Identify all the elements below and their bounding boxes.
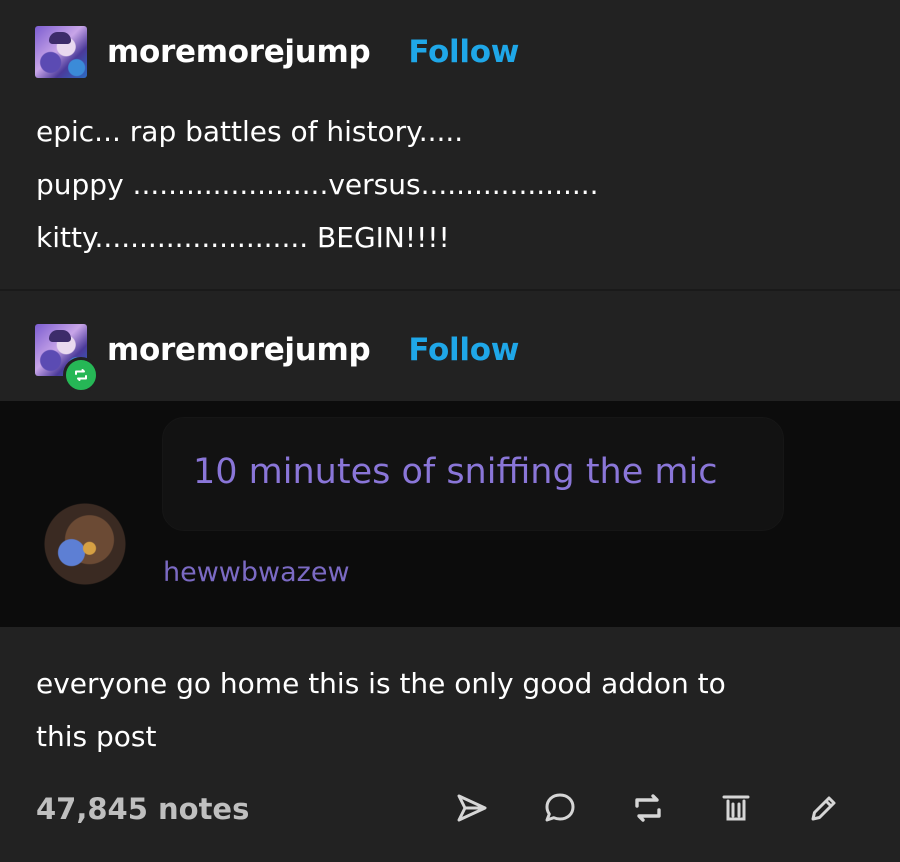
message-text: 10 minutes of sniffing the mic	[193, 452, 718, 492]
caption-line: everyone go home this is the only good a…	[36, 667, 726, 700]
caption-line: this post	[36, 720, 157, 753]
avatar[interactable]	[35, 324, 99, 393]
post-body: epic... rap battles of history..... pupp…	[36, 105, 599, 264]
reblog-badge-icon	[63, 357, 99, 393]
post-header: moremorejump Follow	[35, 25, 519, 79]
follow-button[interactable]: Follow	[408, 34, 519, 70]
post-footer: 47,845 notes	[0, 784, 900, 844]
send-icon[interactable]	[450, 786, 494, 830]
post-reblog: moremorejump Follow 10 minutes of sniffi…	[0, 291, 900, 862]
username[interactable]: moremorejump	[107, 34, 371, 70]
post-line: epic... rap battles of history.....	[36, 115, 464, 148]
message-author-name: hewwbwazew	[163, 557, 350, 588]
avatar[interactable]	[35, 26, 87, 78]
message-author-avatar	[40, 501, 130, 587]
notes-count[interactable]: 47,845 notes	[36, 792, 249, 826]
post-line: kitty........................ BEGIN!!!!	[36, 221, 450, 254]
follow-button[interactable]: Follow	[408, 332, 519, 368]
comment-icon[interactable]	[538, 786, 582, 830]
embedded-screenshot: 10 minutes of sniffing the mic hewwbwaze…	[0, 401, 900, 627]
username[interactable]: moremorejump	[107, 332, 371, 368]
post-actions	[450, 786, 846, 830]
message-bubble: 10 minutes of sniffing the mic	[162, 417, 784, 531]
delete-icon[interactable]	[714, 786, 758, 830]
post-line: puppy ......................versus......…	[36, 168, 599, 201]
post-caption: everyone go home this is the only good a…	[36, 657, 726, 763]
post-header: moremorejump Follow	[35, 323, 519, 393]
edit-icon[interactable]	[802, 786, 846, 830]
reblog-icon[interactable]	[626, 786, 670, 830]
post-original: moremorejump Follow epic... rap battles …	[0, 0, 900, 289]
